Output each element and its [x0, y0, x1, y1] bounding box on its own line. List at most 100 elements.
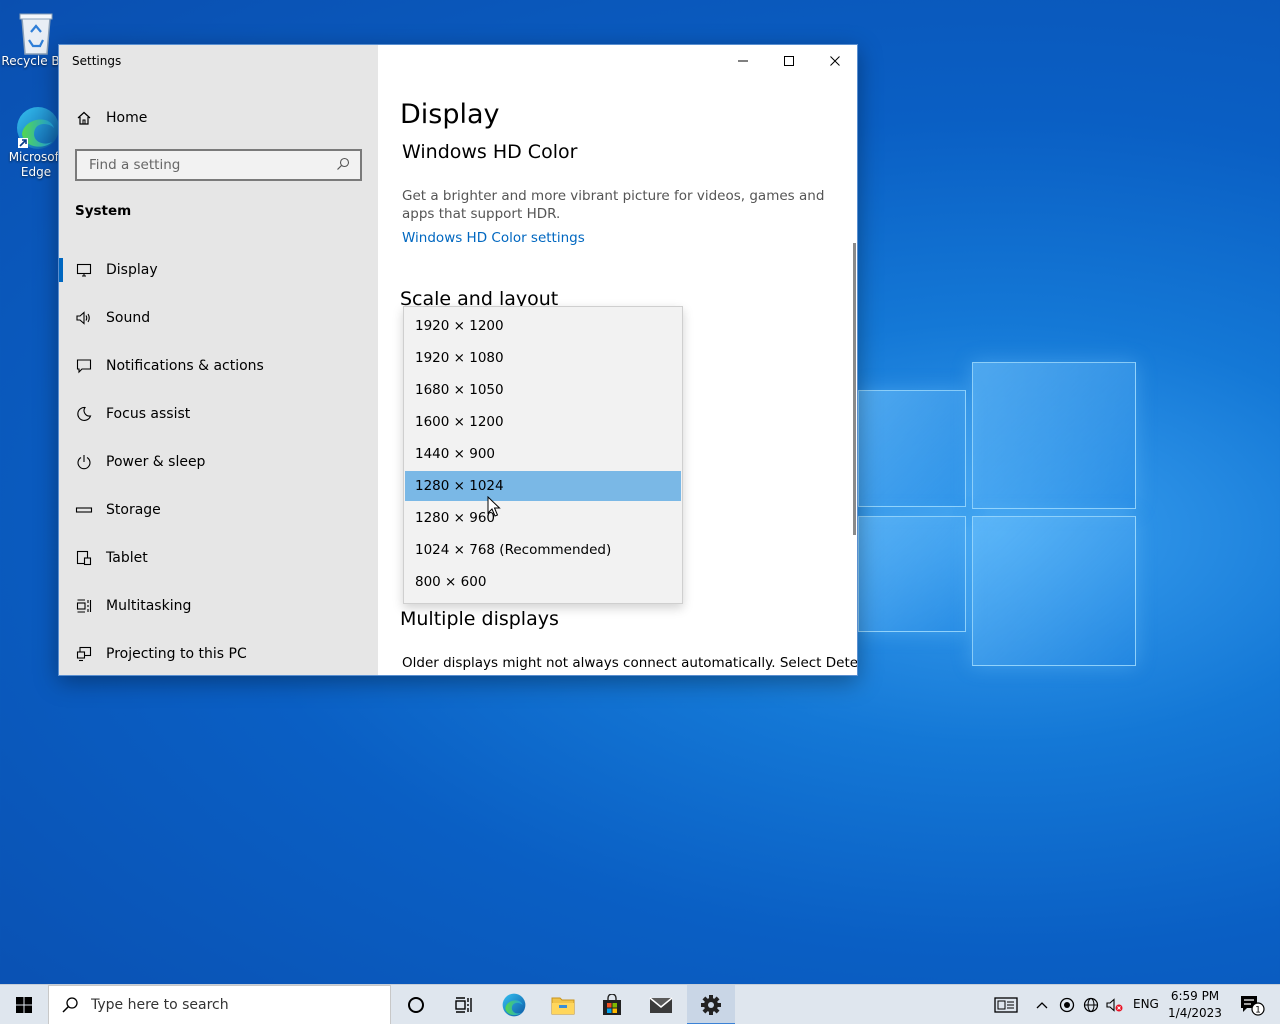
store-button[interactable] [588, 985, 636, 1024]
record-icon [1059, 997, 1075, 1013]
tray-record-button[interactable] [1055, 985, 1079, 1024]
hd-color-description: Get a brighter and more vibrant picture … [402, 188, 825, 222]
task-view-button[interactable] [440, 985, 488, 1024]
nav-item-label: Multitasking [106, 598, 192, 614]
file-explorer-button[interactable] [539, 985, 587, 1024]
start-button[interactable] [0, 985, 48, 1024]
resolution-option[interactable]: 1024 × 768 (Recommended) [405, 535, 681, 565]
nav-item-projecting[interactable]: Projecting to this PC [59, 630, 378, 675]
nav-item-tablet[interactable]: Tablet [59, 534, 378, 582]
nav-item-label: Projecting to this PC [106, 646, 247, 662]
nav-item-label: Notifications & actions [106, 358, 264, 374]
wallpaper-windows-logo [858, 360, 1138, 666]
resolution-option-selected[interactable]: 1280 × 1024 [405, 471, 681, 501]
hd-color-settings-link[interactable]: Windows HD Color settings [402, 230, 585, 246]
show-hidden-icons-button[interactable] [1030, 985, 1054, 1024]
desktop-icon-label: Microsoft Edge [8, 150, 64, 179]
resolution-option[interactable]: 800 × 600 [405, 567, 681, 597]
multiple-displays-heading: Multiple displays [400, 608, 559, 630]
mouse-cursor-icon [487, 495, 501, 518]
task-view-icon [455, 997, 472, 1013]
maximize-icon [784, 56, 794, 66]
news-button[interactable] [984, 985, 1028, 1024]
taskbar-edge-button[interactable] [490, 985, 538, 1024]
nav-item-power-sleep[interactable]: Power & sleep [59, 438, 378, 486]
tablet-icon [75, 549, 93, 567]
nav-home-label: Home [106, 110, 148, 126]
nav-item-label: Display [106, 262, 158, 278]
network-button[interactable] [1079, 985, 1103, 1024]
language-indicator[interactable]: ENG [1133, 997, 1159, 1011]
hd-color-heading: Windows HD Color [402, 141, 578, 163]
mail-icon [649, 997, 673, 1013]
recycle-bin-icon [14, 8, 58, 55]
edge-icon [502, 993, 526, 1017]
moon-icon [75, 405, 93, 423]
close-icon [830, 56, 840, 66]
volume-button[interactable] [1103, 985, 1127, 1024]
clock-date: 1/4/2023 [1168, 1006, 1222, 1020]
nav-item-storage[interactable]: Storage [59, 486, 378, 534]
search-icon [61, 996, 79, 1014]
speaker-icon [75, 309, 93, 327]
nav-item-label: Tablet [106, 550, 148, 566]
home-icon [75, 109, 93, 127]
settings-sidebar: Settings Home System Display [59, 45, 378, 675]
search-icon[interactable] [336, 156, 350, 175]
store-icon [603, 994, 621, 1015]
nav-item-sound[interactable]: Sound [59, 294, 378, 342]
nav-item-focus-assist[interactable]: Focus assist [59, 390, 378, 438]
mail-button[interactable] [637, 985, 685, 1024]
resolution-option[interactable]: 1920 × 1080 [405, 343, 681, 373]
resolution-option[interactable]: 1680 × 1050 [405, 375, 681, 405]
multiple-displays-description: Older displays might not always connect … [402, 655, 858, 671]
cortana-button[interactable] [392, 985, 440, 1024]
settings-content: Display Windows HD Color Get a brighter … [378, 45, 857, 675]
action-center-button[interactable]: 1 [1232, 985, 1272, 1024]
nav-list: Display Sound Notifications & actions Fo… [59, 246, 378, 675]
settings-window[interactable]: Settings Home System Display [58, 44, 858, 676]
multitasking-icon [75, 597, 93, 615]
settings-taskbar-button[interactable] [687, 985, 735, 1024]
notification-icon: 1 [1241, 996, 1265, 1016]
taskbar-search-input[interactable] [89, 996, 373, 1014]
window-title: Settings [72, 54, 122, 68]
resolution-option[interactable]: 1600 × 1200 [405, 407, 681, 437]
minimize-button[interactable] [720, 45, 766, 77]
power-icon [75, 453, 93, 471]
nav-item-notifications[interactable]: Notifications & actions [59, 342, 378, 390]
gear-icon [701, 995, 721, 1015]
nav-item-multitasking[interactable]: Multitasking [59, 582, 378, 630]
nav-item-label: Storage [106, 502, 161, 518]
section-label-system: System [75, 203, 132, 219]
resolution-option[interactable]: 1440 × 900 [405, 439, 681, 469]
resolution-option[interactable]: 1280 × 960 [405, 503, 681, 533]
taskbar-search-box[interactable] [48, 985, 391, 1024]
windows-start-icon [16, 997, 32, 1013]
globe-icon [1083, 997, 1099, 1013]
settings-search-input[interactable] [87, 156, 321, 174]
resolution-dropdown-list[interactable]: 1920 × 1200 1920 × 1080 1680 × 1050 1600… [403, 306, 683, 604]
notification-count: 1 [1255, 1006, 1261, 1016]
clock-time: 6:59 PM [1170, 989, 1220, 1003]
monitor-icon [75, 261, 93, 279]
speaker-muted-icon [1106, 998, 1123, 1012]
storage-icon [75, 501, 93, 519]
close-button[interactable] [812, 45, 857, 77]
taskbar: ENG 6:59 PM 1/4/2023 1 [0, 984, 1280, 1024]
projecting-icon [75, 645, 93, 663]
folder-icon [551, 997, 575, 1015]
cortana-icon [408, 997, 424, 1013]
chevron-up-icon [1036, 1002, 1048, 1009]
settings-search-box[interactable] [75, 149, 362, 181]
nav-item-label: Sound [106, 310, 151, 326]
notification-icon [75, 357, 93, 375]
resolution-option[interactable]: 1920 × 1200 [405, 311, 681, 341]
nav-home[interactable]: Home [59, 101, 378, 135]
content-scrollbar[interactable] [853, 243, 856, 535]
taskbar-clock[interactable]: 6:59 PM 1/4/2023 [1166, 988, 1224, 1022]
nav-item-label: Power & sleep [106, 454, 206, 470]
nav-item-display[interactable]: Display [59, 246, 378, 294]
maximize-button[interactable] [766, 45, 812, 77]
nav-item-label: Focus assist [106, 406, 191, 422]
